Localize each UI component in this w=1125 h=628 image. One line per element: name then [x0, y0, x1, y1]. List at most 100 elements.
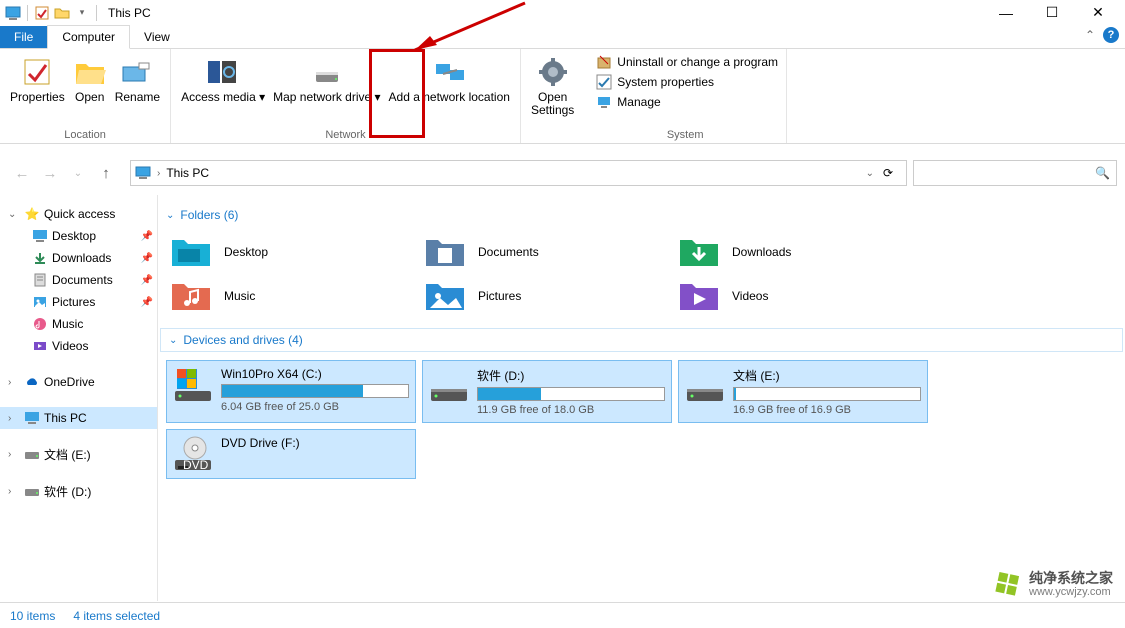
back-button[interactable]: ←: [8, 159, 36, 187]
chevron-right-icon[interactable]: ›: [8, 449, 20, 460]
forward-button[interactable]: →: [36, 159, 64, 187]
drive-e[interactable]: 文档 (E:) 16.9 GB free of 16.9 GB: [678, 360, 928, 423]
window-title: This PC: [108, 6, 151, 20]
ribbon-group-network: Access media ▾ Map network drive ▾ Add a…: [171, 49, 521, 143]
drive-name: 文档 (E:): [733, 367, 921, 384]
qat-properties-icon[interactable]: [33, 4, 51, 22]
add-network-location-button[interactable]: Add a network location: [385, 53, 514, 106]
tab-file[interactable]: File: [0, 26, 47, 48]
help-icon[interactable]: ?: [1103, 27, 1119, 43]
watermark-url: www.ycwjzy.com: [1029, 585, 1113, 599]
videos-folder-icon: [678, 278, 720, 314]
minimize-button[interactable]: —: [983, 0, 1029, 25]
chevron-right-icon[interactable]: ›: [8, 377, 20, 388]
sidebar-item-desktop[interactable]: Desktop📌: [0, 225, 157, 247]
desktop-folder-icon: [170, 234, 212, 270]
music-folder-icon: [170, 278, 212, 314]
uninstall-program-button[interactable]: Uninstall or change a program: [594, 53, 780, 71]
drive-icon: [24, 484, 40, 500]
drive-f-dvd[interactable]: DVD DVD Drive (F:): [166, 429, 416, 479]
refresh-button[interactable]: ⟳: [874, 166, 902, 180]
chevron-right-icon[interactable]: ›: [8, 486, 20, 497]
search-icon: 🔍: [1095, 166, 1110, 180]
sidebar-item-videos[interactable]: Videos: [0, 335, 157, 357]
rename-button[interactable]: Rename: [111, 53, 164, 106]
close-button[interactable]: ✕: [1075, 0, 1121, 25]
sidebar-item-quick-access[interactable]: ⌄ ⭐ Quick access: [0, 203, 157, 225]
videos-icon: [32, 338, 48, 354]
open-button[interactable]: Open: [69, 53, 111, 106]
folder-videos[interactable]: Videos: [674, 274, 928, 318]
sidebar-item-this-pc[interactable]: › This PC: [0, 407, 157, 429]
pin-icon: 📌: [141, 231, 153, 242]
chevron-right-icon[interactable]: ›: [8, 413, 20, 424]
sidebar-item-drive-d[interactable]: › 软件 (D:): [0, 480, 157, 503]
folder-icon[interactable]: [53, 4, 71, 22]
window-controls: — ☐ ✕: [983, 0, 1121, 25]
sidebar-item-documents[interactable]: Documents📌: [0, 269, 157, 291]
capacity-bar: [477, 387, 665, 401]
capacity-bar: [733, 387, 921, 401]
sidebar-item-music[interactable]: Music: [0, 313, 157, 335]
watermark: 纯净系统之家 www.ycwjzy.com: [993, 570, 1113, 600]
documents-icon: [32, 272, 48, 288]
this-pc-icon: [135, 166, 153, 180]
star-icon: ⭐: [24, 206, 40, 222]
section-drives-header[interactable]: ⌄ Devices and drives (4): [160, 328, 1123, 352]
separator: [27, 5, 28, 21]
tab-computer[interactable]: Computer: [47, 25, 130, 49]
access-media-button[interactable]: Access media ▾: [177, 53, 269, 106]
music-icon: [32, 316, 48, 332]
status-bar: 10 items 4 items selected: [0, 602, 1125, 628]
qat-dropdown-icon[interactable]: ▾: [73, 4, 91, 22]
drive-d[interactable]: 软件 (D:) 11.9 GB free of 18.0 GB: [422, 360, 672, 423]
chevron-down-icon: ⌄: [166, 210, 174, 221]
navigation-row: ← → ⌄ ↑ › This PC ⌄ ⟳ 🔍: [0, 156, 1125, 190]
navigation-pane: ⌄ ⭐ Quick access Desktop📌 Downloads📌 Doc…: [0, 195, 158, 601]
ribbon-collapse-icon[interactable]: ⌃: [1085, 28, 1095, 42]
chevron-down-icon: ⌄: [169, 335, 177, 346]
up-button[interactable]: ↑: [92, 159, 120, 187]
app-icon: [4, 4, 22, 22]
open-settings-button[interactable]: OpenSettings: [527, 53, 578, 119]
drive-icon: [24, 447, 40, 463]
pin-icon: 📌: [141, 253, 153, 264]
status-selected-count: 4 items selected: [73, 609, 160, 623]
ribbon-tabs: File Computer View ⌃ ?: [0, 25, 1125, 49]
folder-desktop[interactable]: Desktop: [166, 230, 420, 274]
tab-view[interactable]: View: [130, 26, 184, 48]
windows-drive-icon: [173, 367, 213, 403]
sidebar-item-onedrive[interactable]: › OneDrive: [0, 371, 157, 393]
documents-folder-icon: [424, 234, 466, 270]
address-bar[interactable]: › This PC ⌄ ⟳: [130, 160, 907, 186]
map-network-drive-button[interactable]: Map network drive ▾: [269, 53, 384, 106]
download-icon: [32, 250, 48, 266]
sidebar-item-drive-e[interactable]: › 文档 (E:): [0, 443, 157, 466]
drive-c[interactable]: Win10Pro X64 (C:) 6.04 GB free of 25.0 G…: [166, 360, 416, 423]
folder-music[interactable]: Music: [166, 274, 420, 318]
folder-downloads[interactable]: Downloads: [674, 230, 928, 274]
chevron-down-icon[interactable]: ⌄: [866, 168, 874, 179]
sidebar-item-downloads[interactable]: Downloads📌: [0, 247, 157, 269]
watermark-logo-icon: [993, 570, 1023, 600]
separator: [96, 5, 97, 21]
breadcrumb-this-pc[interactable]: This PC: [160, 166, 215, 180]
sidebar-item-pictures[interactable]: Pictures📌: [0, 291, 157, 313]
svg-text:DVD: DVD: [183, 458, 209, 472]
manage-button[interactable]: Manage: [594, 93, 780, 111]
chevron-down-icon[interactable]: ⌄: [8, 209, 20, 220]
pin-icon: 📌: [141, 275, 153, 286]
main-area: ⌄ ⭐ Quick access Desktop📌 Downloads📌 Doc…: [0, 195, 1125, 601]
maximize-button[interactable]: ☐: [1029, 0, 1075, 25]
desktop-icon: [32, 228, 48, 244]
system-properties-button[interactable]: System properties: [594, 73, 780, 91]
recent-dropdown[interactable]: ⌄: [64, 159, 92, 187]
folders-grid: Desktop Documents Downloads Music Pictur…: [158, 226, 1125, 328]
ribbon-group-location: Properties Open Rename Location: [0, 49, 171, 143]
search-input[interactable]: 🔍: [913, 160, 1117, 186]
folder-pictures[interactable]: Pictures: [420, 274, 674, 318]
section-folders-header[interactable]: ⌄ Folders (6): [158, 203, 1125, 226]
properties-button[interactable]: Properties: [6, 53, 69, 106]
folder-documents[interactable]: Documents: [420, 230, 674, 274]
drives-grid: Win10Pro X64 (C:) 6.04 GB free of 25.0 G…: [158, 356, 1125, 483]
